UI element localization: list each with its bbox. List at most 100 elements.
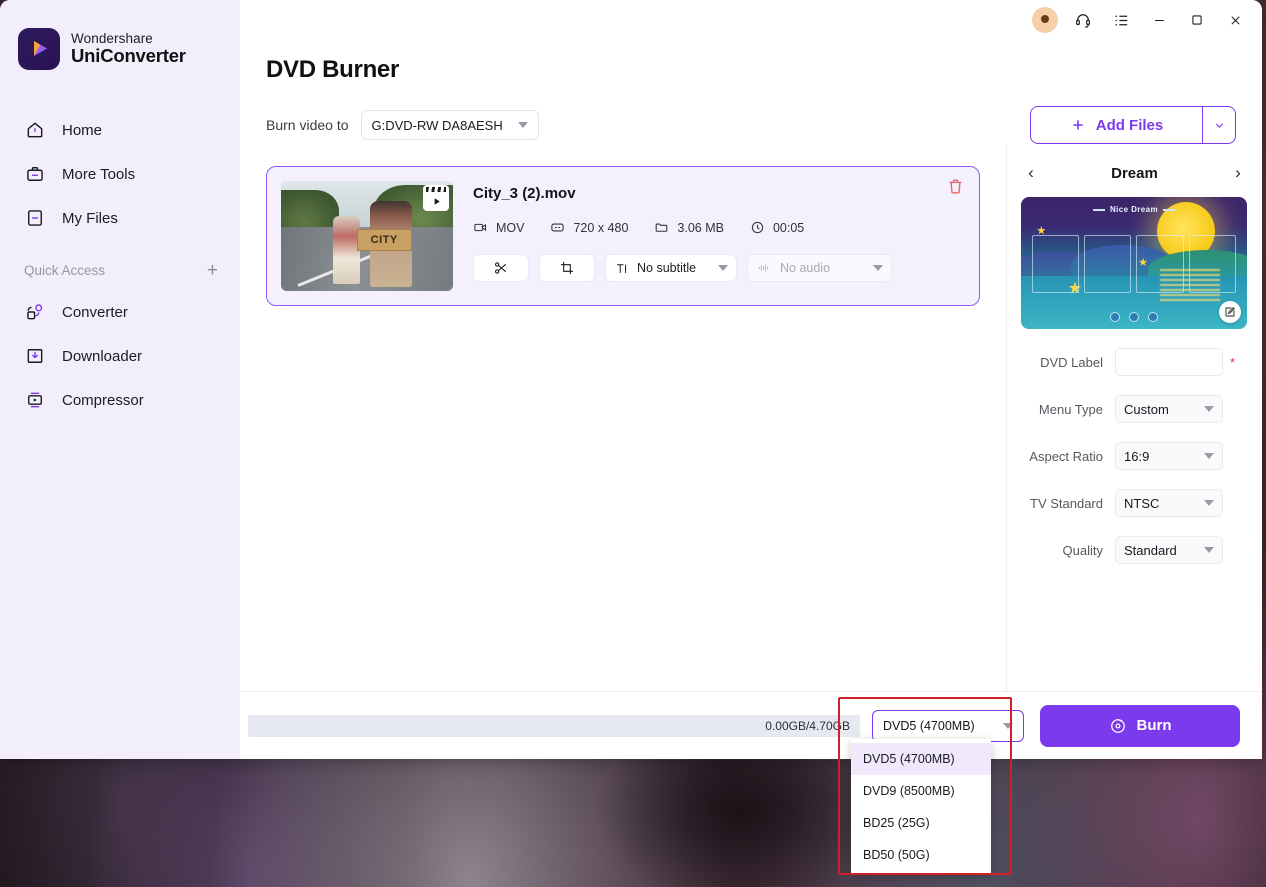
- template-header: ‹ Dream ›: [1021, 160, 1248, 186]
- audio-select[interactable]: No audio: [747, 254, 892, 282]
- play-preview-icon[interactable]: [423, 185, 449, 211]
- minimize-icon[interactable]: [1142, 5, 1176, 35]
- audio-wave-icon: [758, 264, 768, 272]
- tv-standard-select[interactable]: NTSC: [1115, 489, 1223, 517]
- file-meta-row: MOV 720 x 480 3.06 MB 00:05: [473, 220, 965, 235]
- chevron-down-icon: [718, 265, 728, 271]
- chevron-left-icon[interactable]: ‹: [1021, 163, 1041, 183]
- disc-type-value: DVD5 (4700MB): [883, 718, 975, 733]
- meta-value: 720 x 480: [573, 220, 629, 235]
- video-thumbnail: CITY: [281, 181, 453, 291]
- folder-icon: [656, 223, 668, 232]
- chevron-down-icon: [1204, 500, 1214, 506]
- chevron-down-icon: [1204, 406, 1214, 412]
- drive-select[interactable]: G:DVD-RW DA8AESH: [360, 110, 539, 140]
- burn-to-label: Burn video to: [266, 117, 349, 133]
- plus-icon[interactable]: +: [207, 261, 218, 280]
- sidebar-item-label: Home: [62, 121, 103, 139]
- list-menu-icon[interactable]: [1104, 5, 1138, 35]
- headset-icon[interactable]: [1066, 5, 1100, 35]
- trash-icon[interactable]: [946, 177, 965, 201]
- edit-pencil-icon[interactable]: [1219, 301, 1241, 323]
- chevron-down-icon: [517, 122, 528, 128]
- file-list: CITY City_3 (2).mov MOV 720 x 480 3.06 M…: [240, 144, 1006, 691]
- meta-size: 3.06 MB: [654, 220, 724, 235]
- meta-value: MOV: [496, 220, 525, 235]
- preview-chapter-cells: [1032, 235, 1236, 294]
- video-camera-icon: [474, 223, 487, 232]
- disc-option[interactable]: DVD9 (8500MB): [851, 775, 991, 807]
- add-files-group: Add Files: [1030, 106, 1236, 144]
- burn-button[interactable]: Burn: [1040, 704, 1240, 747]
- disc-icon: [1110, 718, 1125, 733]
- chevron-down-icon: [1215, 122, 1223, 128]
- chevron-down-icon: [1204, 547, 1214, 553]
- disc-option[interactable]: DVD5 (4700MB): [851, 743, 991, 775]
- sidebar-item-home[interactable]: Home: [0, 108, 240, 152]
- toolbox-icon: [24, 163, 46, 185]
- home-icon: [24, 119, 46, 141]
- file-card[interactable]: CITY City_3 (2).mov MOV 720 x 480 3.06 M…: [266, 166, 980, 306]
- subtitle-select[interactable]: No subtitle: [605, 254, 737, 282]
- disc-option[interactable]: BD50 (50G): [851, 839, 991, 871]
- meta-format: MOV: [473, 220, 524, 235]
- maximize-icon[interactable]: [1180, 5, 1214, 35]
- sidebar-item-label: My Files: [62, 209, 118, 227]
- files-icon: [24, 207, 46, 229]
- avatar[interactable]: [1032, 7, 1058, 756]
- menu-type-value: Custom: [1124, 401, 1169, 417]
- sidebar-item-compressor[interactable]: Compressor: [0, 378, 240, 422]
- meta-value: 3.06 MB: [677, 220, 724, 235]
- disc-type-dropdown[interactable]: DVD5 (4700MB) DVD9 (8500MB) BD25 (25G) B…: [851, 739, 991, 875]
- drive-select-value: G:DVD-RW DA8AESH: [371, 117, 503, 133]
- burn-label: Burn: [1136, 717, 1172, 734]
- crop-button[interactable]: [539, 254, 595, 282]
- chevron-down-icon: [1003, 722, 1013, 729]
- add-files-label: Add Files: [1095, 116, 1164, 134]
- meta-resolution: 720 x 480: [550, 220, 628, 235]
- sidebar-item-my-files[interactable]: My Files: [0, 196, 240, 240]
- menu-type-select[interactable]: Custom: [1115, 395, 1223, 423]
- sidebar-item-downloader[interactable]: Downloader: [0, 334, 240, 378]
- chevron-right-icon[interactable]: ›: [1228, 163, 1248, 183]
- disc-type-select[interactable]: DVD5 (4700MB): [872, 709, 1024, 742]
- add-files-button[interactable]: Add Files: [1030, 106, 1202, 144]
- preview-title: Nice Dream: [1021, 205, 1247, 214]
- quality-select[interactable]: Standard: [1115, 536, 1223, 564]
- template-name: Dream: [1111, 164, 1158, 182]
- sidebar-item-converter[interactable]: Converter: [0, 290, 240, 334]
- downloader-icon: [24, 345, 46, 367]
- sidebar-item-label: Compressor: [62, 391, 144, 409]
- trim-button[interactable]: [473, 254, 529, 282]
- aspect-ratio-select[interactable]: 16:9: [1115, 442, 1223, 470]
- file-tools-row: No subtitle No audio: [473, 254, 965, 282]
- sidebar-item-label: Converter: [62, 303, 128, 321]
- dvd-label-input[interactable]: [1115, 348, 1223, 376]
- required-asterisk: *: [1230, 354, 1236, 370]
- preview-controls: [1021, 312, 1247, 323]
- bottom-bar: 0.00GB/4.70GB DVD5 (4700MB) Burn: [240, 691, 1262, 759]
- window-titlebar: [240, 0, 1262, 756]
- brand-top-text: Wondershare: [71, 30, 153, 46]
- field-label: Quality: [1062, 542, 1103, 558]
- meta-value: 00:05: [772, 220, 805, 235]
- close-icon[interactable]: [1218, 5, 1252, 35]
- template-preview[interactable]: Nice Dream: [1021, 197, 1247, 329]
- brand-logo: Wondershare UniConverter: [0, 28, 240, 70]
- sidebar-item-more-tools[interactable]: More Tools: [0, 152, 240, 196]
- add-files-dropdown-button[interactable]: [1202, 106, 1236, 144]
- disc-option[interactable]: BD25 (25G): [851, 807, 991, 839]
- account-avatar-icon[interactable]: [1028, 5, 1062, 756]
- burn-target-row: Burn video to G:DVD-RW DA8AESH Add Files: [240, 106, 1262, 144]
- field-label: DVD Label: [1040, 354, 1103, 370]
- sidebar-item-label: More Tools: [62, 165, 136, 183]
- chevron-down-icon: [1204, 453, 1214, 459]
- text-tool-icon: [617, 263, 627, 273]
- compressor-icon: [24, 389, 46, 411]
- field-label: Menu Type: [1038, 401, 1103, 417]
- page-header: DVD Burner: [240, 40, 1262, 84]
- app-window: Wondershare UniConverter Home More Tools…: [0, 0, 1262, 759]
- sidebar-item-label: Downloader: [62, 347, 143, 365]
- page-title: DVD Burner: [266, 56, 400, 83]
- file-name: City_3 (2).mov: [473, 185, 576, 202]
